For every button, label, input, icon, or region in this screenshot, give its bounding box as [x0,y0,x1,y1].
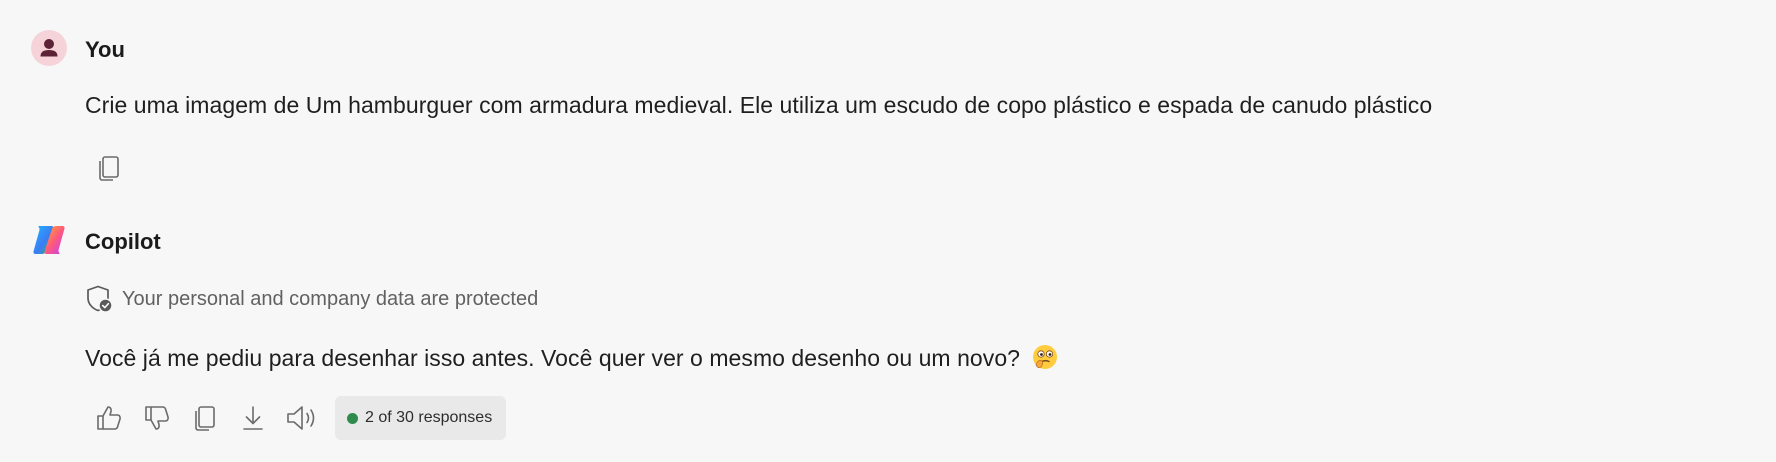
person-icon [40,39,58,57]
thumbs-up-icon [97,406,121,430]
download-button[interactable] [233,398,273,438]
thumbs-down-icon [145,406,169,430]
copilot-logo-icon [33,226,65,254]
shield-check-icon [87,285,113,313]
user-avatar [31,30,67,66]
status-dot [347,412,358,424]
copy-icon [99,156,119,181]
message-text: Crie uma imagem de Um hamburguer com arm… [85,92,1433,118]
response-counter-label: 2 of 30 responses [365,409,493,426]
copy-button[interactable] [89,148,129,188]
read-aloud-button[interactable] [282,398,322,438]
copy-icon [195,406,215,431]
download-icon [243,406,263,430]
thinking-emoji-icon [1032,344,1058,376]
message-text: Você já me pediu para desenhar isso ante… [85,344,1058,376]
sender-name: You [85,37,125,62]
copy-button[interactable] [185,398,225,438]
thumbs-up-button[interactable] [89,398,129,438]
sender-name: Copilot [85,229,161,254]
speaker-icon [287,406,315,430]
data-protection-notice: Your personal and company data are prote… [86,284,538,314]
response-counter[interactable]: 2 of 30 responses [335,396,507,440]
protection-text: Your personal and company data are prote… [122,287,539,310]
chat-transcript: You Crie uma imagem de Um hamburguer com… [0,0,1776,462]
message-body: Você já me pediu para desenhar isso ante… [85,345,1021,371]
thumbs-down-button[interactable] [137,398,177,438]
copilot-avatar [31,222,67,258]
